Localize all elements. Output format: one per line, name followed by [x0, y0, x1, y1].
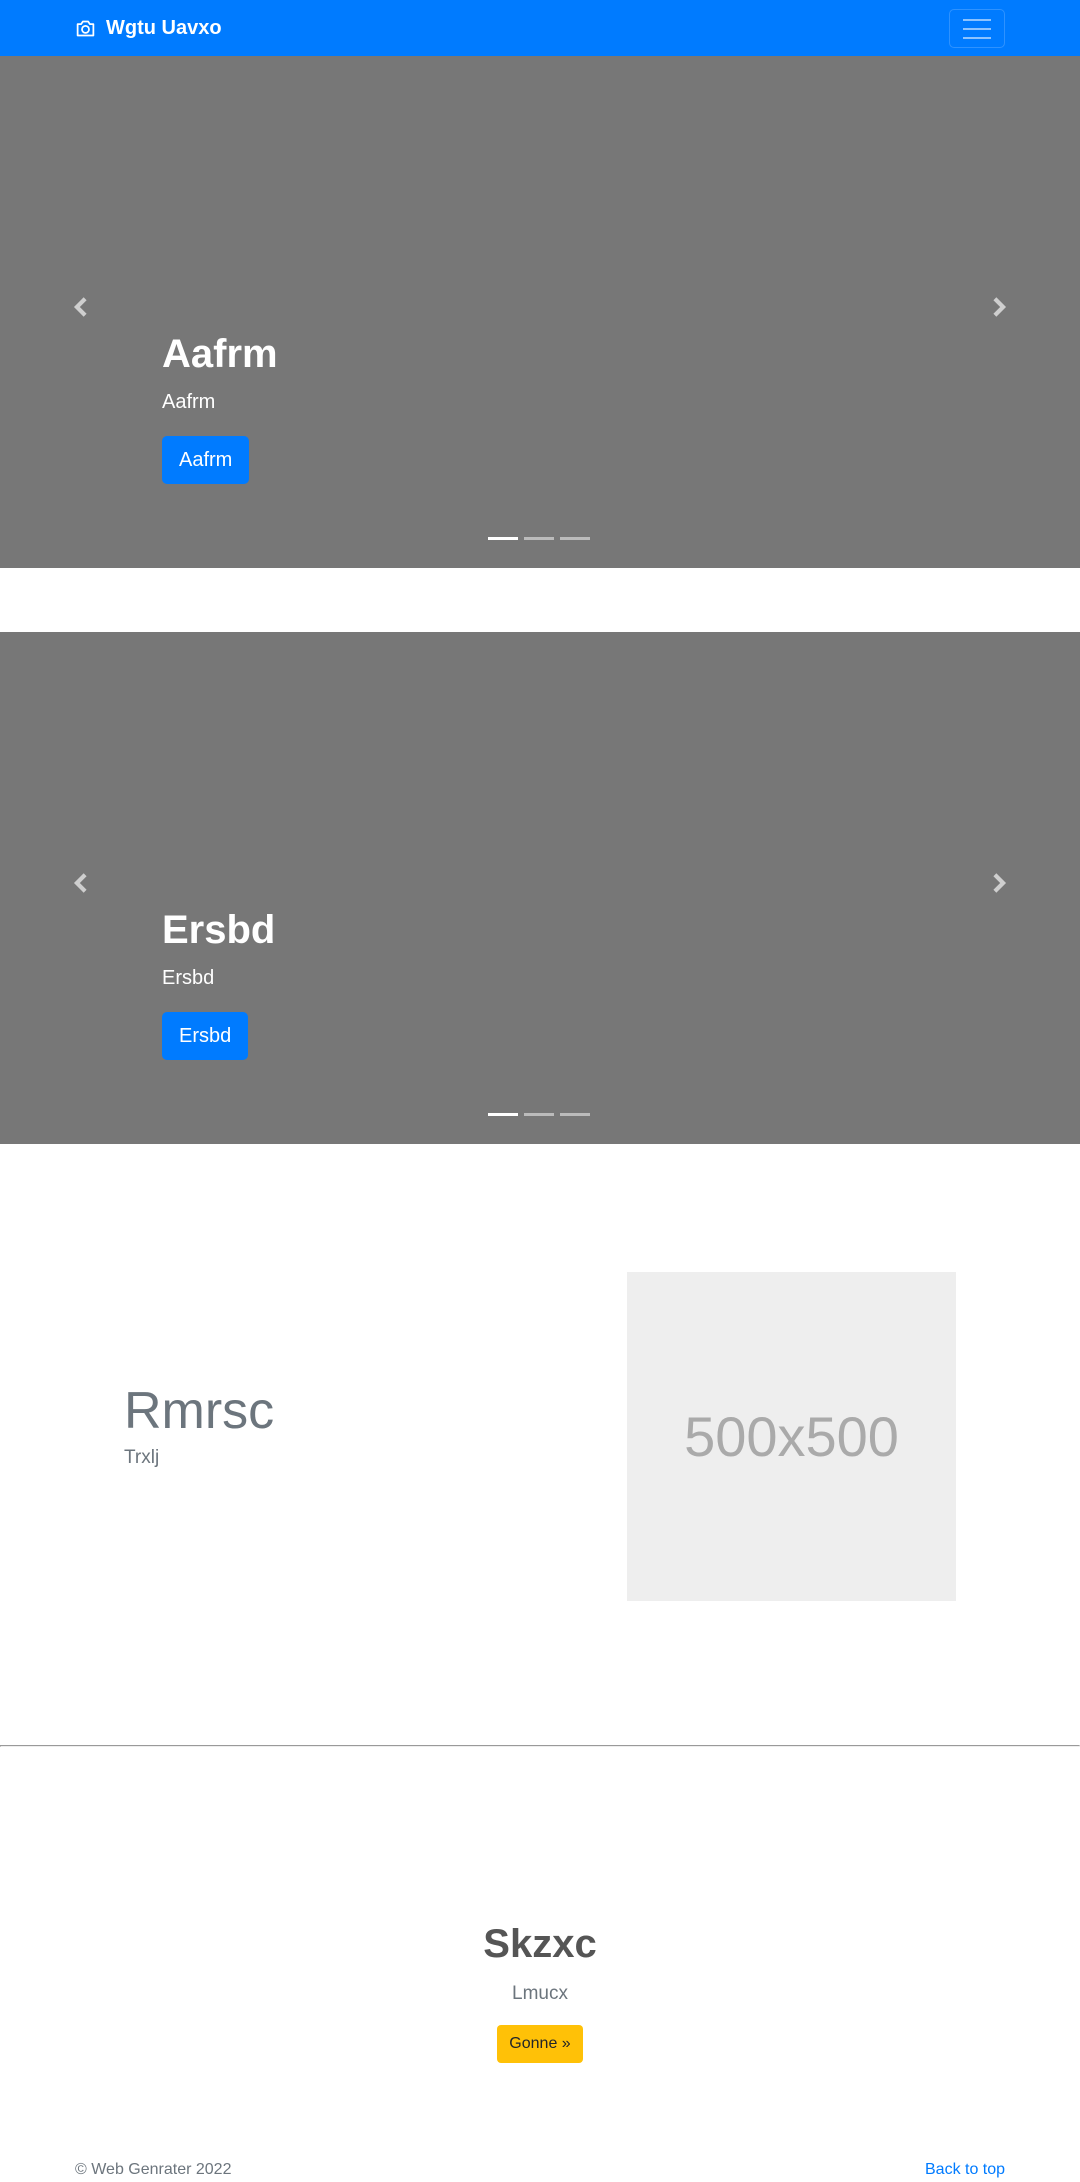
hamburger-icon-line	[963, 27, 991, 30]
feature-subtitle: Trxlj	[124, 1447, 160, 1468]
carousel-caption: Aafrm Aafrm Aafrm	[162, 330, 278, 484]
hero-carousel-1: Aafrm Aafrm Aafrm	[0, 56, 1080, 568]
hero-carousel-2: Ersbd Ersbd Ersbd	[0, 632, 1080, 1144]
carousel-prev-icon[interactable]	[70, 296, 92, 318]
hamburger-icon-line	[963, 36, 991, 39]
footer-copyright: © Web Genrater 2022	[75, 2161, 232, 2178]
carousel-indicator[interactable]	[524, 537, 554, 540]
camera-icon	[76, 20, 95, 36]
navbar-toggler-button[interactable]	[949, 9, 1005, 48]
carousel-indicator[interactable]	[488, 1113, 518, 1116]
carousel-indicator[interactable]	[488, 537, 518, 540]
carousel-subtitle: Aafrm	[162, 391, 216, 413]
carousel-indicators	[488, 537, 590, 540]
gonne-button[interactable]: Gonne »	[497, 2025, 583, 2063]
carousel-next-icon[interactable]	[988, 296, 1010, 318]
section-divider	[0, 1745, 1080, 1747]
jumbotron-title: Skzxc	[483, 1922, 597, 1966]
navbar: Wgtu Uavxo	[0, 0, 1080, 56]
carousel-caption: Ersbd Ersbd Ersbd	[162, 906, 275, 1060]
carousel-prev-icon[interactable]	[70, 872, 92, 894]
jumbotron-subtitle: Lmucx	[512, 1983, 568, 2004]
carousel-indicator[interactable]	[560, 1113, 590, 1116]
brand-link[interactable]: Wgtu Uavxo	[75, 0, 222, 56]
back-to-top-link[interactable]: Back to top	[925, 2161, 1005, 2179]
carousel-indicator[interactable]	[524, 1113, 554, 1116]
carousel-cta-button[interactable]: Aafrm	[162, 436, 250, 484]
carousel-indicators	[488, 1113, 590, 1116]
hamburger-icon-line	[963, 18, 991, 21]
brand-text: Wgtu Uavxo	[106, 16, 222, 39]
carousel-cta-button[interactable]: Ersbd	[162, 1012, 249, 1060]
placeholder-image: 500x500	[627, 1272, 956, 1601]
feature-title: Rmrsc	[124, 1382, 275, 1440]
carousel-indicator[interactable]	[560, 537, 590, 540]
carousel-next-icon[interactable]	[988, 872, 1010, 894]
carousel-title: Ersbd	[162, 908, 276, 952]
placeholder-image-label: 500x500	[684, 1405, 899, 1468]
carousel-subtitle: Ersbd	[162, 967, 215, 989]
carousel-title: Aafrm	[162, 332, 278, 376]
